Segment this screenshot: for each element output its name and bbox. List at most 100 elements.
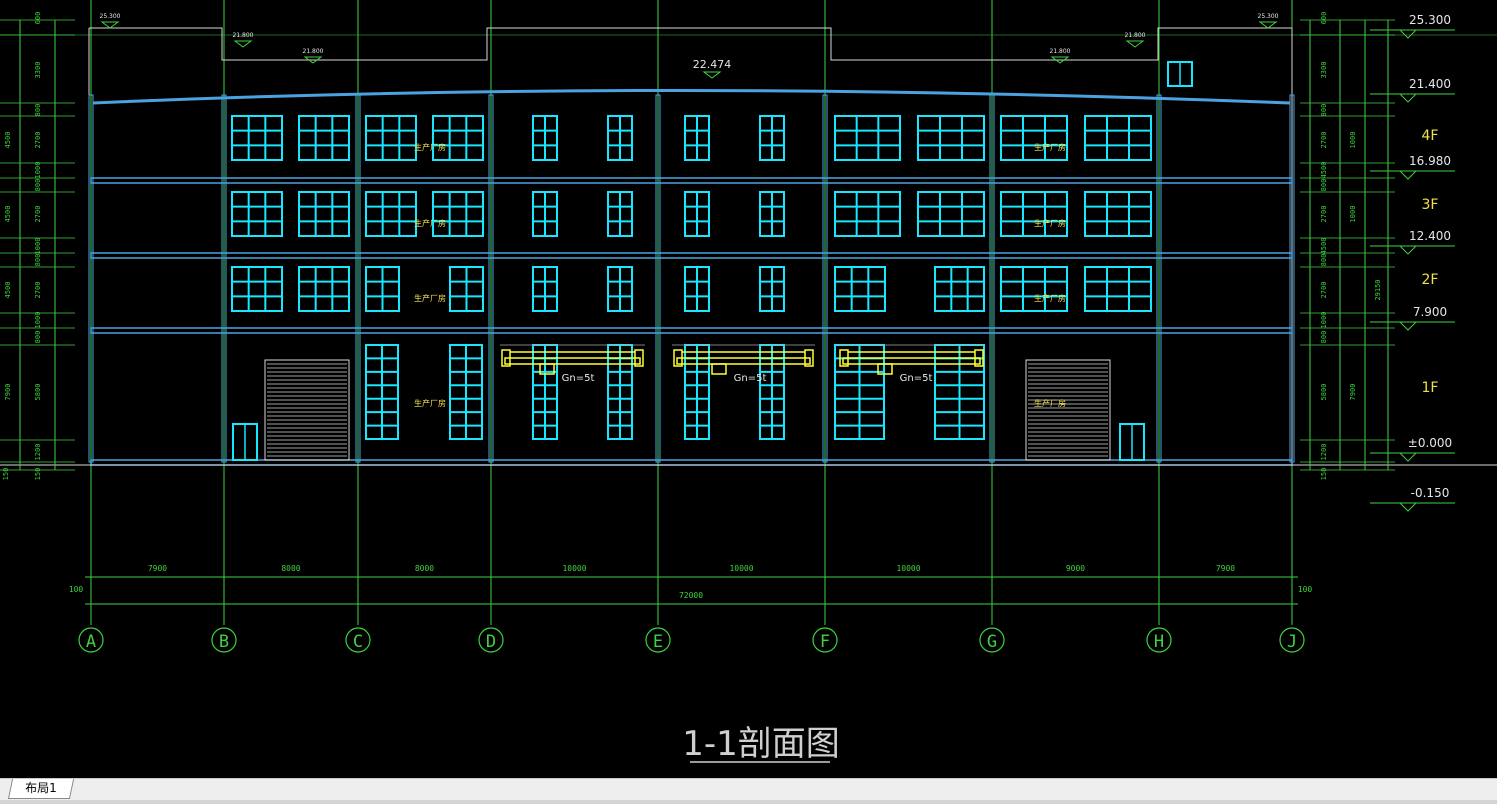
window-f2-3 xyxy=(432,115,484,161)
right-dim-16: 7900 xyxy=(1349,384,1357,401)
room-label-5: 生产厂房 xyxy=(1034,293,1066,303)
elevation-label-2: 16.980 xyxy=(1409,154,1451,168)
roller-shutter-0 xyxy=(264,359,350,461)
right-dim-4: 1000 xyxy=(1349,132,1357,149)
level-marker-1 xyxy=(1258,21,1278,29)
left-dim-13: 4500 xyxy=(4,282,12,299)
bay-dim-3: 10000 xyxy=(562,564,586,573)
room-label-2: 生产厂房 xyxy=(414,293,446,303)
room-label-1: 生产厂房 xyxy=(414,218,446,228)
elevation-label-0: 25.300 xyxy=(1409,13,1451,27)
crane-label-2: Gn=5t xyxy=(900,373,933,384)
left-dim-7: 2700 xyxy=(34,206,42,223)
room-label-4: 生产厂房 xyxy=(1034,218,1066,228)
elev-marker-5 xyxy=(1398,452,1418,462)
edge-dim-right: 100 xyxy=(1298,585,1313,594)
axis-label-E: E xyxy=(653,632,663,652)
layout-tab-bar: 布局1 xyxy=(0,778,1497,804)
bay-dim-2: 8000 xyxy=(415,564,434,573)
bay-dim-0: 7900 xyxy=(148,564,167,573)
elevation-label-1: 21.400 xyxy=(1409,77,1451,91)
right-dim-13: 1000 xyxy=(1320,312,1328,329)
floor-label-3F: 3F xyxy=(1422,197,1439,213)
elev-marker-0 xyxy=(1398,29,1418,39)
elev-marker-6 xyxy=(1398,502,1418,512)
top-level-label-1: 25.300 xyxy=(1258,13,1279,20)
left-dim-15: 5800 xyxy=(34,384,42,401)
floor-label-4F: 4F xyxy=(1422,128,1439,144)
elev-marker-2 xyxy=(1398,170,1418,180)
status-strip xyxy=(0,800,1497,804)
left-dim-18: 150 xyxy=(34,468,42,481)
tab-layout1-label: 布局1 xyxy=(25,781,57,795)
floor-slab-2 xyxy=(90,327,1293,334)
top-level-label-6: 22.474 xyxy=(693,58,732,71)
right-dim-14: 800 xyxy=(1320,331,1328,344)
edge-dim-left: 100 xyxy=(69,585,84,594)
total-dimension: 72000 xyxy=(679,591,703,600)
left-dim-3: 2700 xyxy=(34,132,42,149)
left-dim-5: 4500 xyxy=(4,132,12,149)
left-dim-2: 800 xyxy=(34,104,42,117)
floor-slab-0 xyxy=(90,177,1293,184)
right-dim-6: 800 xyxy=(1320,179,1328,192)
window-f2-7 xyxy=(1084,115,1152,161)
crane-label-0: Gn=5t xyxy=(562,373,595,384)
left-dim-10: 800 xyxy=(34,254,42,267)
right-dim-0: 600 xyxy=(1320,12,1328,25)
top-level-label-0: 25.300 xyxy=(100,13,121,20)
window-f3-6 xyxy=(1000,191,1068,237)
axis-label-B: B xyxy=(219,632,229,652)
right-dim-8: 1000 xyxy=(1349,206,1357,223)
left-dim-1: 3300 xyxy=(34,62,42,79)
left-dim-8: 1000 xyxy=(34,238,42,255)
right-dim-9: 4500 xyxy=(1320,238,1328,255)
elev-marker-3 xyxy=(1398,245,1418,255)
window-f2-5 xyxy=(917,115,985,161)
window-f4-5 xyxy=(934,266,985,312)
window-f3-3 xyxy=(432,191,484,237)
tab-layout1[interactable]: 布局1 xyxy=(7,779,74,799)
floor-slab-1 xyxy=(90,252,1293,259)
axis-label-C: C xyxy=(353,632,363,652)
window-f3-1 xyxy=(298,191,350,237)
floor-label-1F: 1F xyxy=(1422,380,1439,396)
window-f2-6 xyxy=(1000,115,1068,161)
window-f4-6 xyxy=(1000,266,1068,312)
drawing-title: 1-1剖面图 xyxy=(682,724,840,764)
cad-drawing-canvas[interactable]: Gn=5t Gn=5t Gn=5t 生产厂房 生产厂房 生产厂房 生产厂房 生产厂房 生产厂房生… xyxy=(0,0,1497,778)
left-dim-17: 7900 xyxy=(4,384,12,401)
right-dim-7: 2700 xyxy=(1320,206,1328,223)
window-f2-2 xyxy=(365,115,417,161)
elev-marker-4 xyxy=(1398,321,1418,331)
crane-hook-1 xyxy=(711,363,727,375)
bay-dim-4: 10000 xyxy=(729,564,753,573)
elevation-label-6: -0.150 xyxy=(1411,486,1450,500)
right-dim-1: 3300 xyxy=(1320,62,1328,79)
left-dim-11: 2700 xyxy=(34,282,42,299)
left-dim-9: 4500 xyxy=(4,206,12,223)
window-f4-0 xyxy=(231,266,283,312)
window-f3-2 xyxy=(365,191,417,237)
window-f4-7 xyxy=(1084,266,1152,312)
level-marker-2 xyxy=(233,40,253,48)
floor-slab-3 xyxy=(90,459,1293,466)
left-dim-14: 800 xyxy=(34,331,42,344)
floor-label-2F: 2F xyxy=(1422,272,1439,288)
roller-shutter-1 xyxy=(1025,359,1111,461)
elevation-label-4: 7.900 xyxy=(1413,305,1447,319)
left-dim-12: 1000 xyxy=(34,312,42,329)
left-dim-4: 1000 xyxy=(34,162,42,179)
window-f2-4 xyxy=(834,115,901,161)
window-f3-7 xyxy=(1084,191,1152,237)
bay-dim-1: 8000 xyxy=(281,564,300,573)
axis-label-G: G xyxy=(987,632,997,652)
room-label-7: 生产厂房 xyxy=(1034,398,1066,408)
room-label-0: 生产厂房 xyxy=(414,142,446,152)
level-marker-0 xyxy=(100,21,120,29)
right-dim-10: 800 xyxy=(1320,254,1328,267)
elevation-label-3: 12.400 xyxy=(1409,229,1451,243)
elev-marker-1 xyxy=(1398,93,1418,103)
room-label-6: 生产厂房 xyxy=(414,398,446,408)
crane-label-1: Gn=5t xyxy=(734,373,767,384)
